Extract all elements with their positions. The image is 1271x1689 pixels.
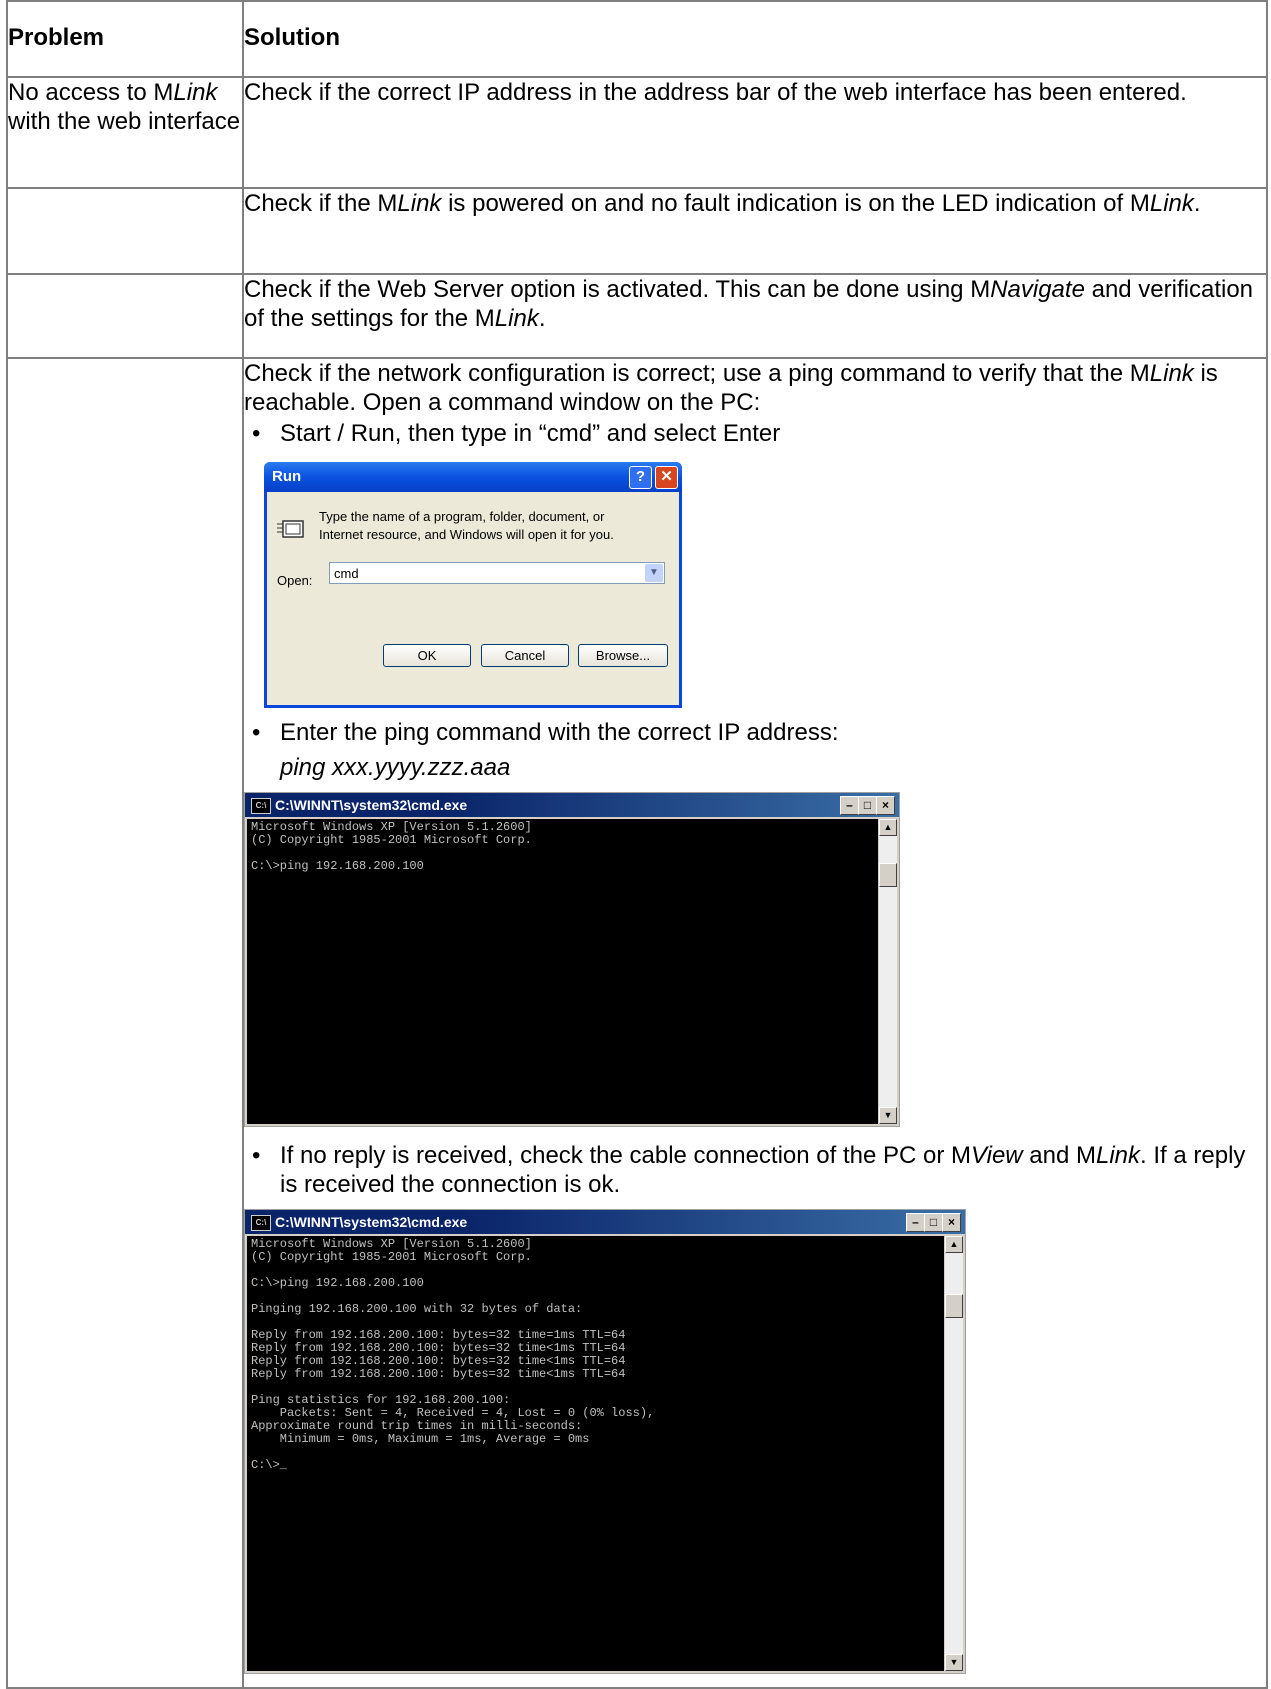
maximize-icon[interactable]: □: [924, 1213, 943, 1232]
cmd-icon: C:\: [251, 798, 271, 814]
troubleshooting-table: Problem Solution No access to MLink with…: [6, 0, 1268, 1689]
bullet-icon: •: [252, 1142, 261, 1169]
ok-button[interactable]: OK: [383, 644, 471, 667]
cmd-title: C:\WINNT\system32\cmd.exe: [275, 1214, 468, 1230]
scroll-up-icon[interactable]: ▲: [879, 819, 897, 836]
open-input[interactable]: cmd ▼: [329, 562, 665, 584]
problem-header: Problem: [6, 0, 244, 78]
run-icon: [277, 520, 304, 538]
solution-header: Solution: [242, 0, 1268, 78]
problem-cell: [6, 273, 244, 359]
table-row: No access to MLink with the web interfac…: [6, 76, 1268, 189]
minimize-icon[interactable]: –: [840, 796, 859, 815]
open-label: Open:: [277, 573, 313, 588]
browse-button[interactable]: Browse...: [578, 644, 668, 667]
table-row: Check if the network configuration is co…: [6, 357, 1268, 1689]
cmd-titlebar: C:\ C:\WINNT\system32\cmd.exe – □ ×: [245, 1210, 965, 1234]
bullet-text: Start / Run, then type in “cmd” and sele…: [280, 420, 781, 447]
close-icon[interactable]: ×: [942, 1213, 961, 1232]
close-icon[interactable]: ✕: [655, 466, 678, 489]
scroll-up-icon[interactable]: ▲: [945, 1236, 963, 1253]
bullet-item: • Enter the ping command with the correc…: [244, 718, 1266, 747]
run-title: Run: [272, 468, 302, 485]
cmd-window: C:\ C:\WINNT\system32\cmd.exe – □ × Micr…: [244, 1209, 966, 1674]
bullet-text: If no reply is received, check the cable…: [280, 1142, 1246, 1198]
solution-text: Check if the Web Server option is activa…: [244, 276, 1254, 332]
scrollbar[interactable]: ▲ ▼: [879, 819, 897, 1124]
cmd-output: Microsoft Windows XP [Version 5.1.2600] …: [247, 819, 878, 1124]
solution-text: Check if the correct IP address in the a…: [244, 79, 1187, 106]
scroll-thumb[interactable]: [879, 863, 897, 887]
bullet-icon: •: [252, 719, 261, 746]
problem-text: No access to MLink with the web interfac…: [8, 79, 241, 135]
problem-cell: [6, 187, 244, 275]
cmd-title: C:\WINNT\system32\cmd.exe: [275, 797, 468, 813]
scroll-down-icon[interactable]: ▼: [945, 1654, 963, 1671]
run-body: Type the name of a program, folder, docu…: [267, 492, 679, 705]
solution-text: Check if the network configuration is co…: [244, 360, 1218, 416]
scroll-down-icon[interactable]: ▼: [879, 1107, 897, 1124]
cmd-icon: C:\: [251, 1215, 271, 1231]
maximize-icon[interactable]: □: [858, 796, 877, 815]
help-icon[interactable]: ?: [629, 466, 652, 489]
bullet-item: • If no reply is received, check the cab…: [244, 1141, 1266, 1199]
solution-cell: Check if the Web Server option is activa…: [242, 273, 1268, 359]
solution-cell: Check if the network configuration is co…: [242, 357, 1268, 1689]
problem-cell: [6, 357, 244, 1689]
problem-cell: No access to MLink with the web interfac…: [6, 76, 244, 189]
table-header-row: Problem Solution: [6, 0, 1268, 78]
ping-command: ping xxx.yyyy.zzz.aaa: [280, 754, 511, 781]
scroll-thumb[interactable]: [945, 1294, 963, 1318]
run-dialog: Run ? ✕ Type the name of a program, fold…: [264, 462, 682, 708]
chevron-down-icon[interactable]: ▼: [645, 564, 663, 582]
bullet-icon: •: [252, 420, 261, 447]
table-row: Check if the MLink is powered on and no …: [6, 187, 1268, 275]
solution-cell: Check if the correct IP address in the a…: [242, 76, 1268, 189]
cancel-button[interactable]: Cancel: [481, 644, 569, 667]
table-row: Check if the Web Server option is activa…: [6, 273, 1268, 359]
close-icon[interactable]: ×: [876, 796, 895, 815]
minimize-icon[interactable]: –: [906, 1213, 925, 1232]
run-titlebar: Run ? ✕: [264, 462, 682, 492]
solution-cell: Check if the MLink is powered on and no …: [242, 187, 1268, 275]
run-message: Type the name of a program, folder, docu…: [319, 509, 614, 542]
solution-text: Check if the MLink is powered on and no …: [244, 190, 1201, 217]
scrollbar[interactable]: ▲ ▼: [945, 1236, 963, 1671]
cmd-window: C:\ C:\WINNT\system32\cmd.exe – □ × Micr…: [244, 792, 900, 1127]
cmd-output: Microsoft Windows XP [Version 5.1.2600] …: [247, 1236, 944, 1671]
cmd-titlebar: C:\ C:\WINNT\system32\cmd.exe – □ ×: [245, 793, 899, 817]
bullet-text: Enter the ping command with the correct …: [280, 719, 839, 746]
bullet-item: • Start / Run, then type in “cmd” and se…: [244, 419, 1266, 448]
